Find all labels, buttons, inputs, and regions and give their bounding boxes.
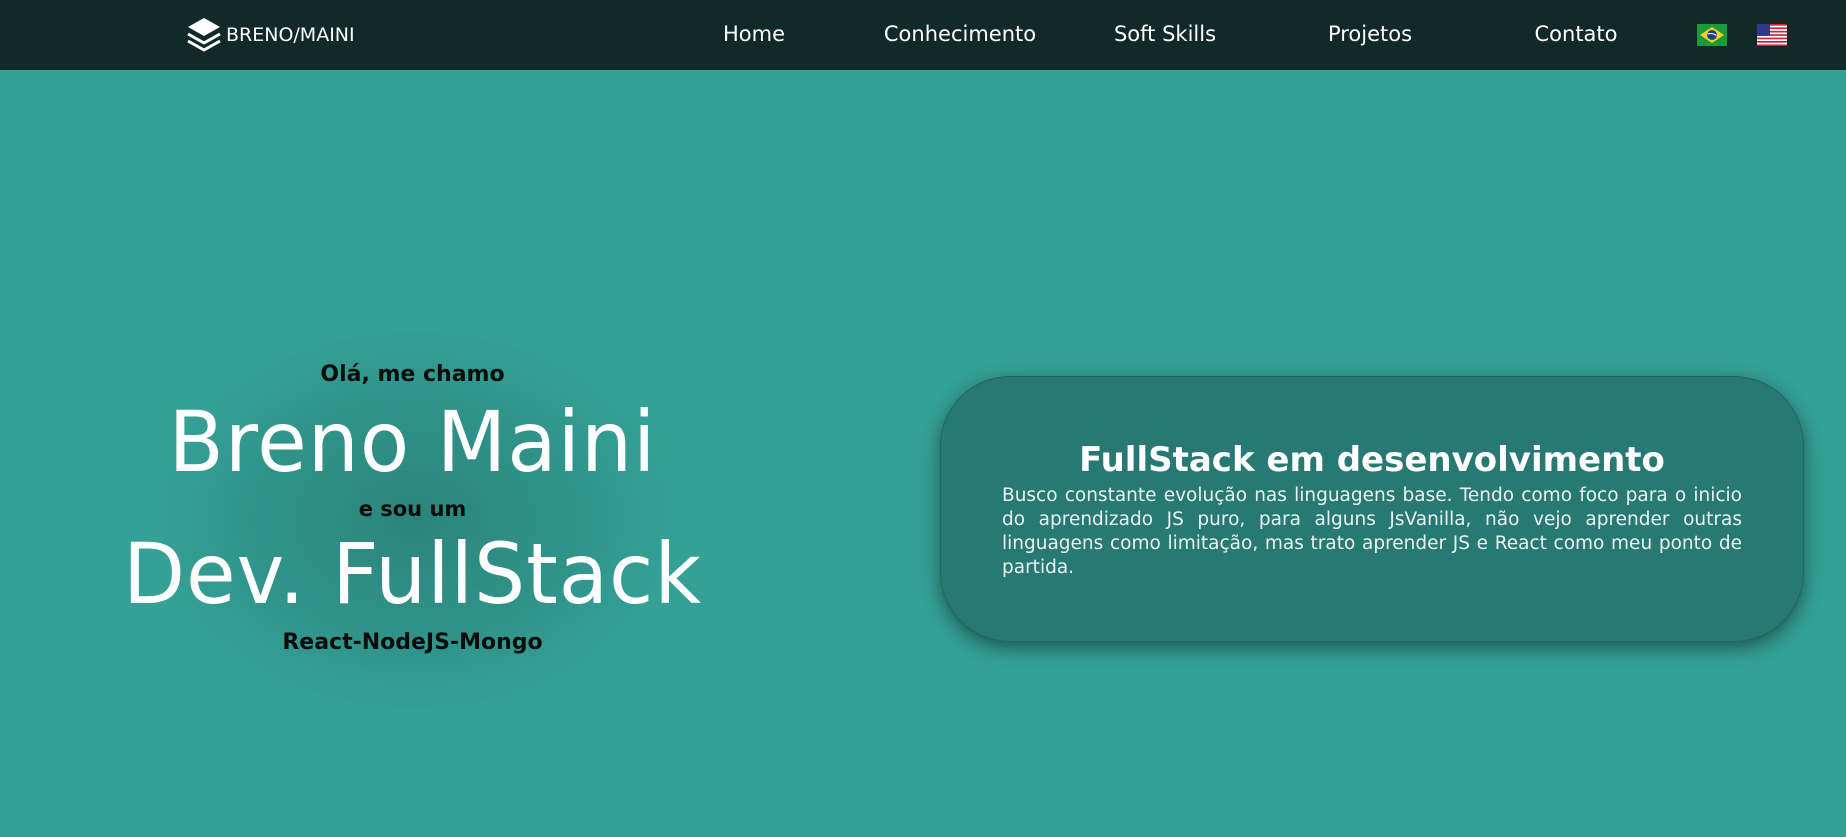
nav-conhecimento[interactable]: Conhecimento bbox=[884, 22, 1036, 46]
about-card: FullStack em desenvolvimento Busco const… bbox=[940, 376, 1804, 642]
brand-logo[interactable]: BRENO/MAINI bbox=[186, 16, 355, 54]
tech-stack-text: React-NodeJS-Mongo bbox=[282, 630, 543, 655]
hero-intro: Olá, me chamo Breno Maini e sou um Dev. … bbox=[100, 330, 725, 690]
card-title: FullStack em desenvolvimento bbox=[1079, 440, 1665, 480]
navbar: BRENO/MAINI Home Conhecimento Soft Skill… bbox=[0, 0, 1846, 70]
hero-role: Dev. FullStack bbox=[122, 525, 703, 623]
nav-contato[interactable]: Contato bbox=[1534, 22, 1617, 46]
nav-soft-skills[interactable]: Soft Skills bbox=[1114, 22, 1216, 46]
nav-projetos[interactable]: Projetos bbox=[1328, 22, 1412, 46]
hero-name: Breno Maini bbox=[168, 393, 657, 491]
brazil-flag-icon[interactable] bbox=[1697, 24, 1727, 46]
card-description: Busco constante evolução nas linguagens … bbox=[1002, 485, 1742, 578]
usa-flag-icon[interactable] bbox=[1757, 24, 1787, 46]
intro-text: e sou um bbox=[358, 497, 467, 521]
nav-home[interactable]: Home bbox=[723, 22, 785, 46]
layers-icon bbox=[186, 16, 222, 54]
greeting-text: Olá, me chamo bbox=[320, 362, 505, 387]
brand-text: BRENO/MAINI bbox=[226, 24, 355, 46]
